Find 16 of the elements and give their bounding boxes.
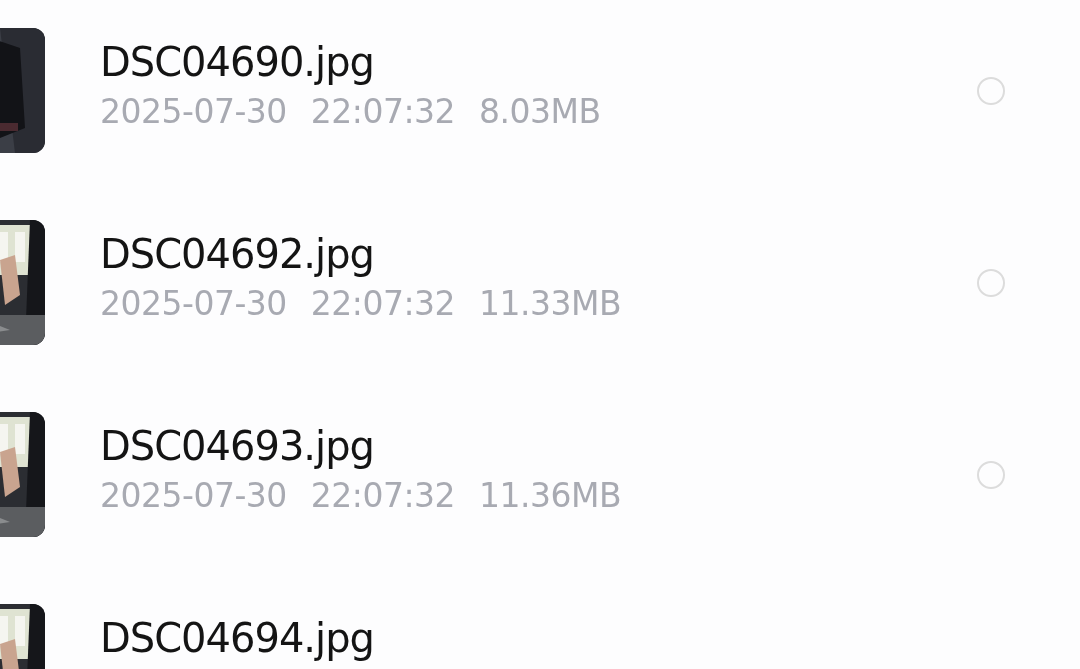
- file-size: 8.03MB: [479, 92, 601, 131]
- select-radio[interactable]: [977, 460, 1005, 489]
- file-time: 22:07:32: [310, 92, 455, 131]
- file-name: DSC04694.jpg: [100, 616, 375, 660]
- file-size: 11.33MB: [479, 284, 622, 323]
- select-radio[interactable]: [977, 76, 1005, 105]
- select-radio[interactable]: [977, 268, 1005, 297]
- file-size: 11.36MB: [479, 476, 622, 515]
- file-time: 22:07:32: [310, 284, 455, 323]
- file-date: 2025-07-30: [100, 284, 287, 323]
- file-name: DSC04690.jpg: [100, 40, 375, 84]
- file-date: 2025-07-30: [100, 476, 287, 515]
- file-name: DSC04692.jpg: [100, 232, 375, 276]
- file-name: DSC04693.jpg: [100, 424, 375, 468]
- file-time: 22:07:32: [310, 476, 455, 515]
- file-date: 2025-07-30: [100, 92, 287, 131]
